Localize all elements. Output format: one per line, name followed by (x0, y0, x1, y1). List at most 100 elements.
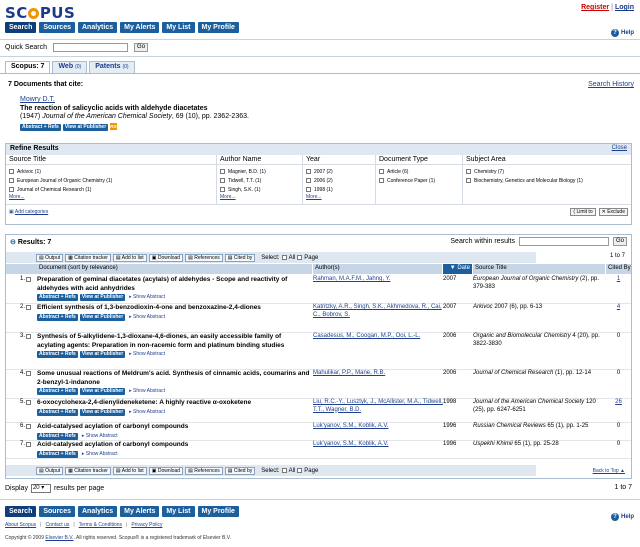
output-button[interactable]: ▤ Output (36, 253, 64, 262)
refine-option[interactable]: 2007 (2) (306, 167, 372, 176)
nav-sources[interactable]: Sources (39, 22, 75, 33)
add-to-list-button[interactable]: ▤ Add to list (112, 253, 147, 262)
more-link[interactable]: More... (306, 194, 372, 200)
abstract-refs-button[interactable]: Abstract + Refs (37, 388, 78, 395)
download-button[interactable]: ▣ Download (148, 253, 184, 262)
search-within-go-button[interactable]: Go (612, 237, 627, 246)
refine-option[interactable]: Magnier, B.D. (1) (220, 167, 299, 176)
checkbox[interactable] (9, 169, 14, 174)
output-button[interactable]: ▤ Output (36, 466, 64, 475)
elsevier-link[interactable]: Elsevier B.V. (45, 535, 73, 541)
document-title-link[interactable]: Some unusual reactions of Meldrum's acid… (37, 370, 309, 386)
help-link[interactable]: ? Help (610, 29, 634, 37)
row-checkbox[interactable] (26, 305, 31, 310)
show-abstract-link[interactable]: ▸ Show Abstract (129, 294, 165, 300)
publisher-button[interactable]: View at Publisher (79, 408, 126, 416)
checkbox[interactable] (9, 178, 14, 183)
nav-my-profile[interactable]: My Profile (197, 506, 239, 517)
checkbox[interactable] (306, 169, 311, 174)
cited-by-button[interactable]: ▤ Cited by (224, 253, 256, 262)
abstract-refs-button[interactable]: Abstract + Refs (37, 313, 78, 321)
checkbox[interactable] (306, 178, 311, 183)
show-abstract-link[interactable]: ▸ Show Abstract (129, 388, 165, 394)
refine-close-link[interactable]: Close (612, 145, 627, 154)
row-checkbox[interactable] (26, 334, 31, 339)
col-date[interactable]: ▼ Date (443, 264, 473, 274)
download-button[interactable]: ▣ Download (148, 466, 184, 475)
more-link[interactable]: More... (220, 194, 299, 200)
select-page-checkbox[interactable] (297, 468, 303, 473)
document-title-link[interactable]: Acid-catalysed acylation of carbonyl com… (37, 441, 188, 448)
abstract-refs-button[interactable]: Abstract + Refs (37, 432, 78, 440)
terms-link[interactable]: Terms & Conditions (79, 522, 122, 528)
show-abstract-link[interactable]: ▸ Show Abstract (82, 433, 118, 439)
refine-option[interactable]: Chemistry (7) (466, 167, 628, 176)
publisher-button[interactable]: View at Publisher (79, 351, 126, 358)
cited-abstract-button[interactable]: Abstract + Refs (20, 123, 61, 131)
refine-option[interactable]: Conference Paper (1) (379, 176, 459, 185)
checkbox[interactable] (220, 178, 225, 183)
checkbox[interactable] (9, 187, 14, 192)
nav-search[interactable]: Search (5, 22, 37, 33)
help-link[interactable]: ? Help (610, 513, 634, 521)
abstract-refs-button[interactable]: Abstract + Refs (37, 408, 78, 416)
row-checkbox[interactable] (26, 424, 31, 429)
refine-option[interactable]: Article (6) (379, 167, 459, 176)
authors[interactable]: Liu, R.C.-Y., Lusztyk, J., McAllister, M… (313, 399, 443, 422)
abstract-refs-button[interactable]: Abstract + Refs (37, 294, 78, 301)
refine-option[interactable]: 1998 (1) (306, 185, 372, 194)
checkbox[interactable] (379, 178, 384, 183)
row-checkbox[interactable] (26, 400, 31, 405)
publisher-button[interactable]: View at Publisher (79, 294, 126, 301)
nav-my-list[interactable]: My List (162, 506, 195, 517)
authors[interactable]: Rahman, M.A.F.M., Jahng, Y. (313, 276, 443, 303)
nav-analytics[interactable]: Analytics (77, 506, 118, 517)
show-abstract-link[interactable]: ▸ Show Abstract (129, 351, 165, 357)
citation-tracker-button[interactable]: ▦ Citation tracker (65, 253, 111, 262)
checkbox[interactable] (379, 169, 384, 174)
cited-by-count[interactable]: 0 (606, 333, 631, 369)
publisher-button[interactable]: View at Publisher (79, 313, 126, 321)
authors[interactable]: Mahulikar, P.P., Mane, R.B. (313, 370, 443, 398)
cited-by-count[interactable]: 4 (606, 304, 631, 332)
refine-option[interactable]: 2006 (2) (306, 176, 372, 185)
refine-option[interactable]: Arkivoc (1) (9, 167, 213, 176)
contact-link[interactable]: Contact us (45, 522, 69, 528)
document-title-link[interactable]: Efficient synthesis of 1,3-benzodioxin-4… (37, 304, 261, 311)
abstract-refs-button[interactable]: Abstract + Refs (37, 450, 78, 458)
authors[interactable]: Katritzky, A.R., Singh, S.K., Akhmedova,… (313, 304, 443, 332)
row-checkbox[interactable] (26, 371, 31, 376)
tab-patents[interactable]: Patents (0) (89, 61, 135, 73)
add-to-list-button[interactable]: ▤ Add to list (112, 466, 147, 475)
cited-publisher-button[interactable]: View at Publisher (62, 123, 109, 131)
publisher-button[interactable]: View at Publisher (79, 388, 126, 395)
select-page-checkbox[interactable] (297, 255, 303, 260)
cited-by-count[interactable]: 26 (606, 399, 631, 422)
refine-option[interactable]: European Journal of Organic Chemistry (1… (9, 176, 213, 185)
add-categories-link[interactable]: ▣ Add categories (9, 209, 48, 215)
cited-by-count[interactable]: 0 (606, 370, 631, 398)
col-cited-by[interactable]: Cited By (606, 264, 631, 274)
abstract-refs-button[interactable]: Abstract + Refs (37, 351, 78, 358)
refine-option[interactable]: Tidwell, T.T. (1) (220, 176, 299, 185)
document-title-link[interactable]: 6-oxocyclohexa-2,4-dienylideneketene: A … (37, 399, 251, 406)
register-link[interactable]: Register (581, 4, 609, 11)
checkbox[interactable] (466, 169, 471, 174)
select-all-checkbox[interactable] (281, 255, 287, 260)
document-title-link[interactable]: Preparation of geminal diacetates (acyla… (37, 276, 287, 292)
row-checkbox[interactable] (26, 277, 31, 282)
tab-web[interactable]: Web (0) (52, 61, 88, 73)
collapse-icon[interactable]: ⊖ (10, 239, 16, 246)
nav-sources[interactable]: Sources (39, 506, 75, 517)
authors[interactable]: Casadesus, M., Coogan, M.P., Ooi, L.-L. (313, 333, 443, 369)
show-abstract-link[interactable]: ▸ Show Abstract (129, 314, 165, 320)
per-page-select[interactable]: 20 ▾ (30, 484, 51, 493)
search-within-input[interactable] (518, 237, 609, 246)
checkbox[interactable] (220, 169, 225, 174)
authors[interactable]: Luk'yanov, S.M., Koblik, A.V. (313, 423, 443, 440)
checkbox[interactable] (306, 187, 311, 192)
about-link[interactable]: About Scopus (5, 522, 36, 528)
col-authors[interactable]: Author(s) (313, 264, 443, 274)
more-link[interactable]: More... (9, 194, 213, 200)
nav-my-profile[interactable]: My Profile (197, 22, 239, 33)
